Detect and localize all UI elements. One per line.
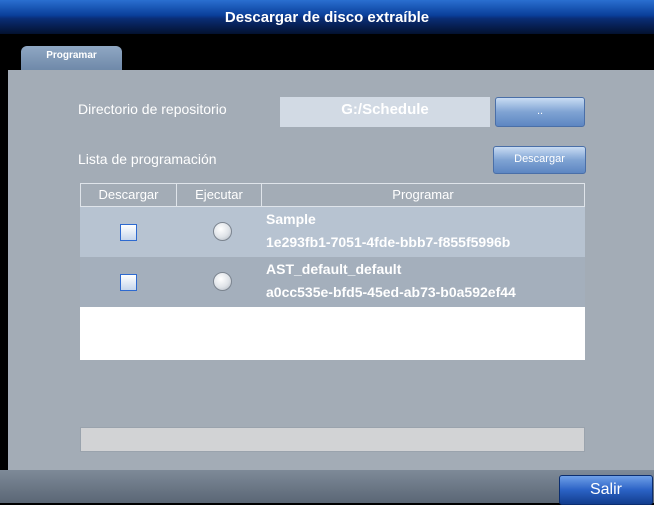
schedule-name: Sample — [266, 211, 316, 227]
bottom-bar — [0, 470, 654, 503]
tab-strip: Programar — [0, 34, 654, 70]
tab-programar-label: Programar — [46, 50, 97, 61]
schedule-id: a0cc535e-bfd5-45ed-ab73-b0a592ef44 — [266, 284, 516, 300]
tab-programar[interactable]: Programar — [21, 46, 122, 70]
column-header-schedule: Programar — [392, 187, 454, 202]
status-bar — [80, 427, 585, 452]
download-checkbox[interactable] — [120, 224, 137, 241]
window-title: Descargar de disco extraíble — [224, 9, 430, 26]
download-checkbox[interactable] — [120, 274, 137, 291]
column-header-download: Descargar — [98, 187, 159, 202]
repository-path-field[interactable]: G:/Schedule — [280, 97, 490, 127]
table-row[interactable]: AST_default_default a0cc535e-bfd5-45ed-a… — [80, 257, 585, 307]
schedule-name: AST_default_default — [266, 261, 402, 277]
schedule-table: Descargar Ejecutar Programar Sample 1e29… — [80, 183, 585, 360]
schedule-list-label: Lista de programación — [78, 151, 217, 167]
exit-button[interactable]: Salir — [559, 475, 653, 505]
download-button[interactable]: Descargar — [493, 146, 586, 174]
column-header-run: Ejecutar — [195, 187, 243, 202]
repository-label: Directorio de repositorio — [78, 101, 227, 117]
main-panel: Directorio de repositorio G:/Schedule ..… — [8, 70, 654, 470]
run-radio[interactable] — [213, 222, 232, 241]
table-header: Descargar Ejecutar Programar — [80, 183, 585, 207]
download-window: Descargar de disco extraíble Programar D… — [0, 0, 654, 505]
table-row[interactable]: Sample 1e293fb1-7051-4fde-bbb7-f855f5996… — [80, 207, 585, 257]
browse-button[interactable]: .. — [495, 97, 585, 127]
schedule-id: 1e293fb1-7051-4fde-bbb7-f855f5996b — [266, 234, 511, 250]
run-radio[interactable] — [213, 272, 232, 291]
title-bar: Descargar de disco extraíble — [0, 0, 654, 34]
